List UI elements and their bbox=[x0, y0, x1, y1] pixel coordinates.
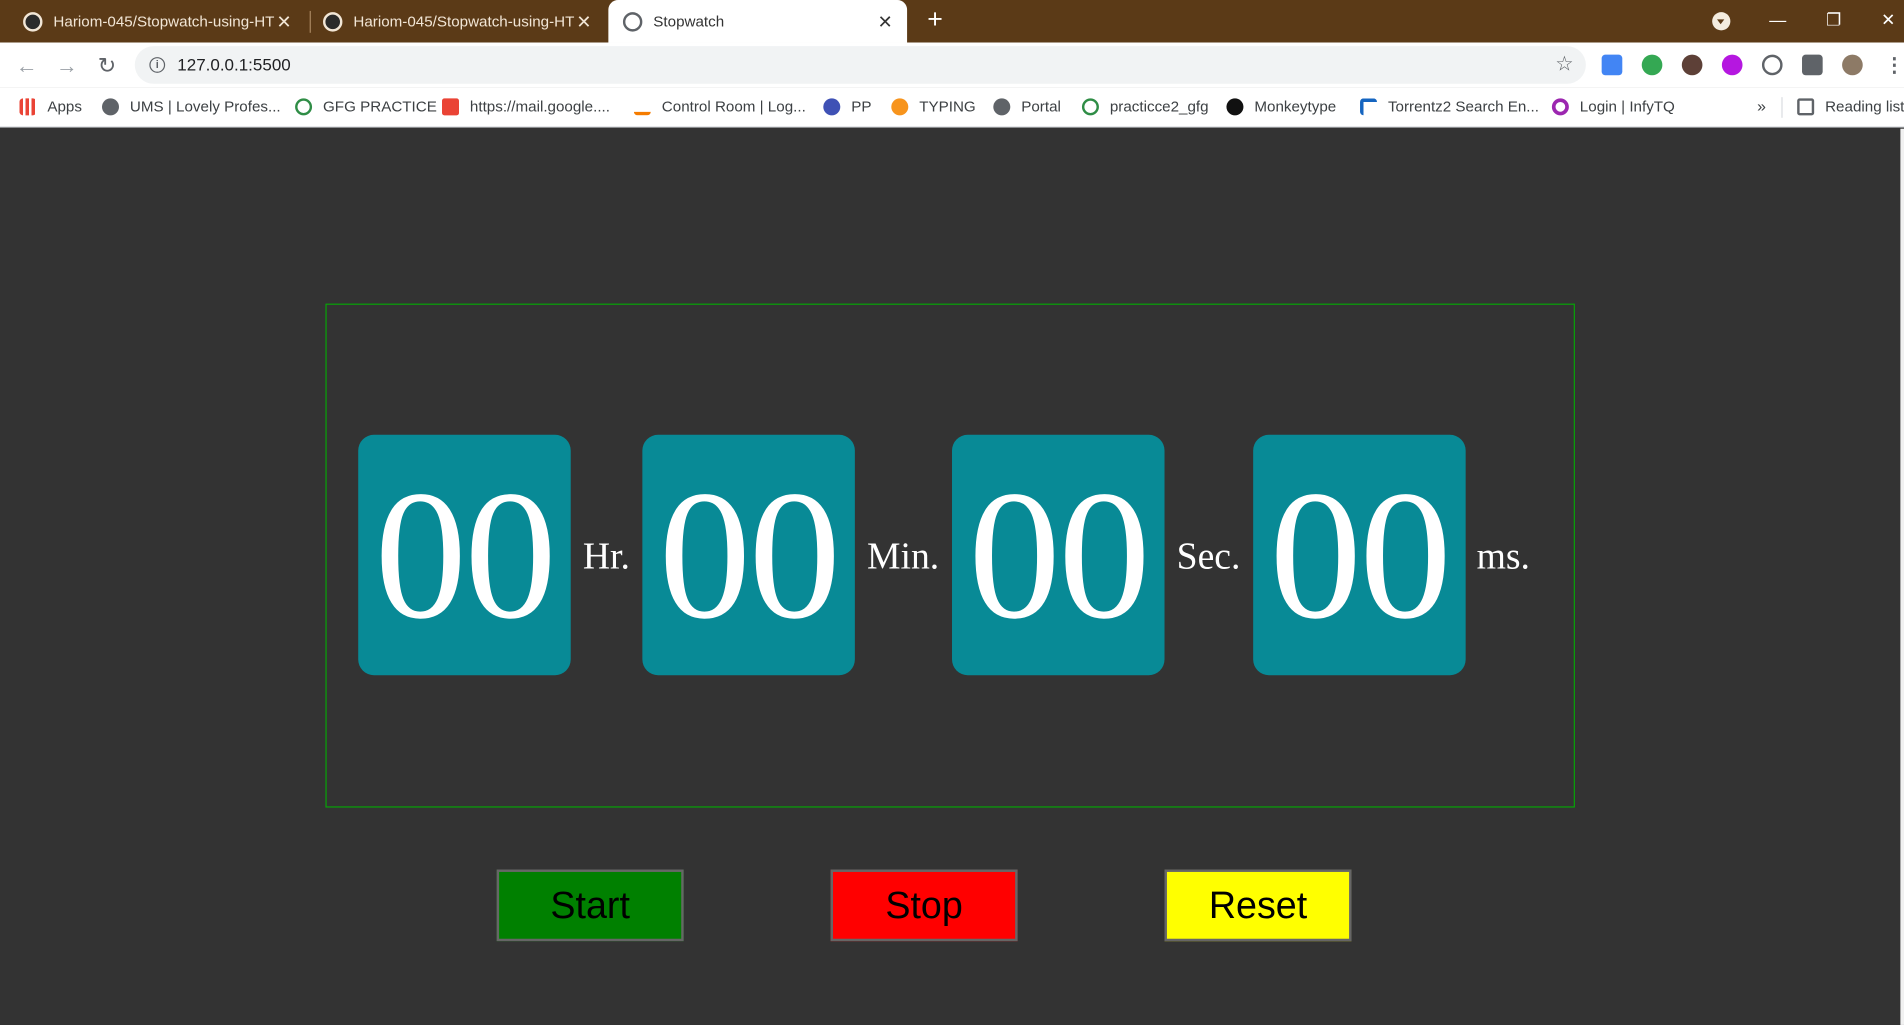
bookmarks-bar: Apps UMS | Lovely Profes... GFG PRACTICE… bbox=[0, 87, 1904, 128]
gfg-icon bbox=[295, 98, 313, 116]
github-icon bbox=[323, 11, 343, 31]
stop-button[interactable]: Stop bbox=[830, 869, 1018, 942]
bookmark-label: TYPING bbox=[919, 98, 976, 116]
puzzle-icon[interactable] bbox=[1802, 54, 1823, 76]
restore-icon[interactable]: ❐ bbox=[1815, 0, 1851, 43]
tab-title: Hariom-045/Stopwatch-using-HT bbox=[53, 12, 275, 30]
bookmark-monkeytype[interactable]: Monkeytype bbox=[1226, 97, 1336, 116]
gfg-icon bbox=[1081, 98, 1099, 116]
reload-icon[interactable]: ↻ bbox=[94, 52, 121, 79]
tab-strip: Hariom-045/Stopwatch-using-HT ✕ Hariom-0… bbox=[0, 0, 1904, 43]
milliseconds-label: ms. bbox=[1476, 534, 1530, 577]
bookmark-label: Portal bbox=[1021, 98, 1061, 116]
back-icon[interactable]: ← bbox=[13, 52, 40, 79]
tab-stopwatch[interactable]: Stopwatch ✕ bbox=[608, 0, 908, 43]
monkeytype-icon bbox=[1226, 98, 1244, 116]
avatar[interactable] bbox=[1842, 54, 1863, 76]
minimize-icon[interactable]: — bbox=[1760, 0, 1796, 43]
reading-list-icon bbox=[1797, 98, 1815, 116]
apps-grid-icon bbox=[19, 98, 37, 116]
torrentz-icon bbox=[1360, 98, 1378, 116]
seconds-label: Sec. bbox=[1176, 534, 1241, 577]
bookmark-label: Login | InfyTQ bbox=[1579, 98, 1675, 116]
bookmark-label: GFG PRACTICE bbox=[323, 98, 437, 116]
browser-toolbar: ← → ↻ i 127.0.0.1:5500 ☆ ⋮ bbox=[0, 42, 1904, 88]
tab-title: Hariom-045/Stopwatch-using-HT bbox=[353, 12, 575, 30]
bookmark-ums[interactable]: UMS | Lovely Profes... bbox=[102, 97, 281, 116]
extension-icon[interactable] bbox=[1761, 54, 1783, 76]
close-icon[interactable]: ✕ bbox=[274, 10, 293, 33]
globe-icon bbox=[993, 98, 1011, 116]
extension-icon[interactable] bbox=[1721, 54, 1743, 76]
browser-window: Hariom-045/Stopwatch-using-HT ✕ Hariom-0… bbox=[0, 0, 1904, 1025]
start-button[interactable]: Start bbox=[496, 869, 684, 942]
window-close-icon[interactable]: ✕ bbox=[1870, 0, 1904, 43]
more-bookmarks-button[interactable]: » bbox=[1757, 97, 1766, 115]
globe-icon bbox=[102, 98, 120, 116]
new-tab-button[interactable]: + bbox=[920, 4, 949, 34]
reading-list-button[interactable]: Reading list bbox=[1797, 97, 1904, 116]
bookmarks-divider bbox=[1781, 97, 1783, 118]
tab-title: Stopwatch bbox=[653, 12, 725, 30]
url-text[interactable]: 127.0.0.1:5500 bbox=[177, 55, 290, 74]
bookmark-label: Torrentz2 Search En... bbox=[1387, 98, 1539, 116]
bookmark-label: https://mail.google.... bbox=[469, 98, 610, 116]
extension-icon[interactable] bbox=[1681, 54, 1703, 76]
tab-github-2[interactable]: Hariom-045/Stopwatch-using-HT ✕ bbox=[300, 0, 606, 43]
milliseconds-display: 00 bbox=[1253, 434, 1466, 676]
close-icon[interactable]: ✕ bbox=[574, 10, 593, 33]
reset-button[interactable]: Reset bbox=[1164, 869, 1352, 942]
seconds-display: 00 bbox=[952, 434, 1165, 676]
more-menu-icon[interactable]: ⋮ bbox=[1885, 53, 1904, 77]
bookmark-apps[interactable]: Apps bbox=[19, 97, 82, 116]
bookmark-label: Apps bbox=[47, 98, 82, 116]
address-bar[interactable]: i 127.0.0.1:5500 ☆ bbox=[134, 46, 1586, 84]
typing-icon bbox=[891, 98, 909, 116]
infytq-icon bbox=[1551, 98, 1569, 116]
scrollbar[interactable] bbox=[1900, 128, 1904, 1025]
stopwatch-display: 00 Hr. 00 Min. 00 Sec. 00 ms. bbox=[325, 303, 1575, 808]
triangle-logo-icon bbox=[633, 98, 651, 116]
hours-label: Hr. bbox=[582, 534, 630, 577]
bookmark-label: Monkeytype bbox=[1254, 98, 1337, 116]
site-info-icon[interactable]: i bbox=[149, 57, 166, 73]
gmail-icon bbox=[442, 98, 460, 116]
bookmark-torrentz[interactable]: Torrentz2 Search En... bbox=[1360, 97, 1539, 116]
globe-icon bbox=[622, 11, 643, 31]
forward-icon[interactable]: → bbox=[53, 52, 80, 79]
bookmark-control-room[interactable]: Control Room | Log... bbox=[633, 97, 806, 116]
bookmark-infytq[interactable]: Login | InfyTQ bbox=[1551, 97, 1675, 116]
extension-plus-icon[interactable] bbox=[1641, 54, 1663, 76]
bookmark-label: Control Room | Log... bbox=[661, 98, 806, 116]
tab-github-1[interactable]: Hariom-045/Stopwatch-using-HT ✕ bbox=[0, 0, 306, 43]
bookmark-gmail[interactable]: https://mail.google.... bbox=[442, 97, 610, 116]
page-viewport: 00 Hr. 00 Min. 00 Sec. 00 ms. Start Stop… bbox=[0, 128, 1904, 1025]
tab-search-icon[interactable] bbox=[1712, 12, 1731, 31]
github-icon bbox=[23, 11, 43, 31]
bookmark-star-icon[interactable]: ☆ bbox=[1555, 52, 1574, 76]
bookmark-label: practicce2_gfg bbox=[1109, 98, 1209, 116]
bookmark-typing[interactable]: TYPING bbox=[891, 97, 976, 116]
bookmark-gfg-practice[interactable]: GFG PRACTICE bbox=[295, 97, 437, 116]
close-icon[interactable]: ✕ bbox=[876, 10, 895, 33]
google-translate-icon[interactable] bbox=[1601, 54, 1623, 76]
minutes-label: Min. bbox=[867, 534, 940, 577]
bookmark-label: PP bbox=[851, 98, 872, 116]
pp-icon bbox=[823, 98, 841, 116]
bookmark-pp[interactable]: PP bbox=[823, 97, 871, 116]
minutes-display: 00 bbox=[642, 434, 855, 676]
bookmark-practicce2-gfg[interactable]: practicce2_gfg bbox=[1081, 97, 1209, 116]
reading-list-label: Reading list bbox=[1825, 98, 1904, 116]
bookmark-portal[interactable]: Portal bbox=[993, 97, 1061, 116]
hours-display: 00 bbox=[358, 434, 571, 676]
bookmark-label: UMS | Lovely Profes... bbox=[129, 98, 281, 116]
